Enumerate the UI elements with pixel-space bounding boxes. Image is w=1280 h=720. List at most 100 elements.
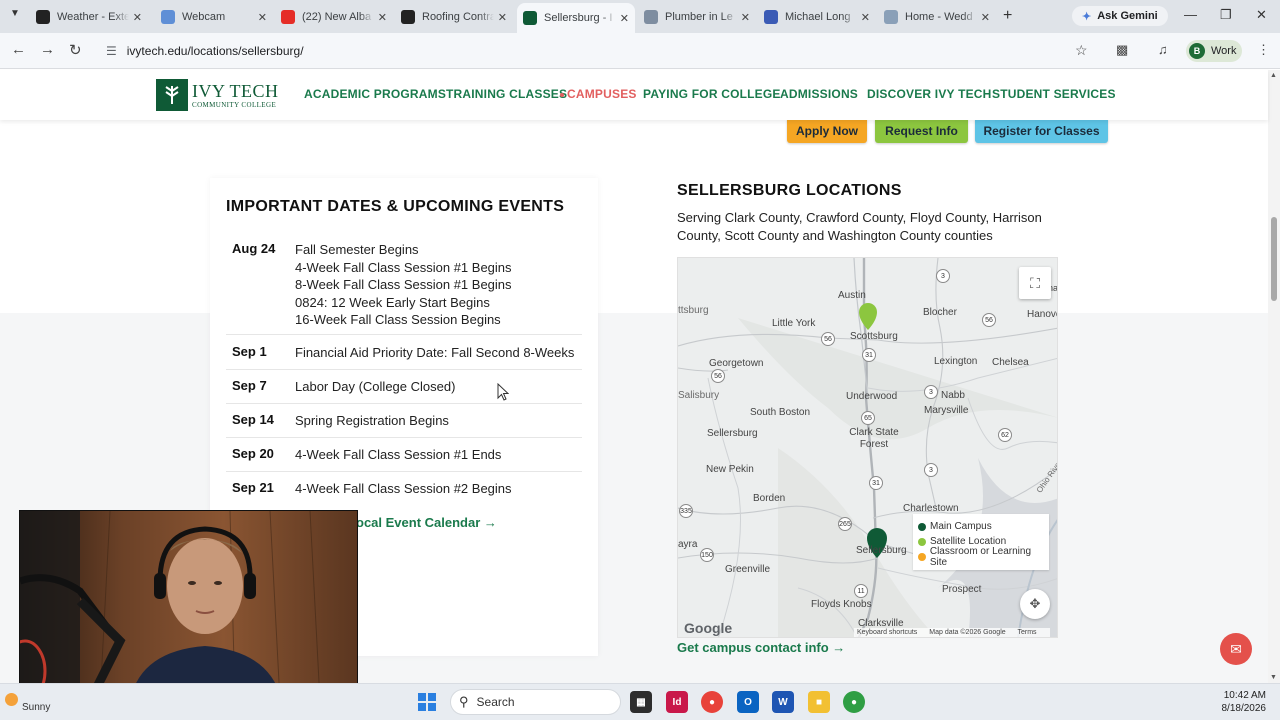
scroll-up-icon[interactable]: ▲ — [1270, 72, 1277, 79]
route-shield: 56 — [821, 332, 835, 346]
map-label: Greenville — [725, 564, 771, 575]
map-camera-control-icon[interactable]: ✥ — [1020, 589, 1050, 619]
extensions-icon[interactable]: ▩ — [1116, 42, 1128, 58]
close-tab-icon[interactable]: ✕ — [741, 11, 750, 24]
back-icon[interactable]: ← — [11, 41, 26, 58]
event-item: 4-Week Fall Class Session #2 Begins — [295, 481, 512, 496]
browser-tab[interactable]: Plumber in Le ✕ — [638, 5, 756, 29]
profile-button[interactable]: B Work — [1186, 40, 1242, 62]
tab-search-icon[interactable]: ▼ — [10, 8, 20, 19]
taskbar-search[interactable]: ⚲ Search — [450, 689, 621, 715]
page-scrollbar[interactable]: ▲ ▼ — [1268, 70, 1280, 683]
tab-title: Plumber in Le — [665, 11, 733, 23]
outlook-icon[interactable]: O — [737, 691, 759, 713]
webcam-feed-image — [20, 511, 357, 699]
tab-title: Weather - Exte — [57, 11, 129, 23]
map-label: Salisbury — [678, 390, 720, 401]
campus-map[interactable]: ttsburg Austin Scottsburg Little York Bl… — [677, 257, 1058, 638]
browser-tab[interactable]: Michael Long ✕ — [758, 5, 876, 29]
word-icon[interactable]: W — [772, 691, 794, 713]
map-label: Underwood — [846, 391, 898, 402]
site-info-icon[interactable]: ☰ — [106, 44, 117, 58]
browser-tab[interactable]: (22) New Alba ✕ — [275, 5, 393, 29]
ivy-tech-logo[interactable]: IVY TECH COMMUNITY COLLEGE — [156, 78, 284, 112]
site-header: IVY TECH COMMUNITY COLLEGE ACADEMIC PROG… — [0, 70, 1268, 120]
browser-tab[interactable]: Weather - Exte ✕ — [30, 5, 148, 29]
map-label: New Pekin — [706, 464, 754, 475]
route-shield: 335 — [679, 504, 693, 518]
browser-tab[interactable]: Roofing Contra ✕ — [395, 5, 513, 29]
map-label: Prospect — [942, 584, 982, 595]
map-label: Sellersburg — [707, 428, 758, 439]
file-explorer-icon[interactable]: ■ — [808, 691, 830, 713]
apply-now-button[interactable]: Apply Now — [787, 119, 867, 143]
windows-start-icon[interactable] — [418, 693, 436, 711]
map-label: Sellersburg — [856, 545, 907, 556]
browser-menu-icon[interactable]: ⋮ — [1257, 42, 1270, 58]
weather-widget[interactable]: Sunny — [22, 702, 50, 713]
restore-icon[interactable]: ❐ — [1220, 7, 1232, 23]
event-row: Sep 7 Labor Day (College Closed) — [226, 373, 582, 404]
indesign-icon[interactable]: Id — [666, 691, 688, 713]
browser-tab[interactable]: Sellersburg - I ✕ — [517, 3, 635, 33]
map-label: Georgetown — [709, 358, 764, 369]
register-for-classes-button[interactable]: Register for Classes — [975, 119, 1108, 143]
legend-main-campus: Main Campus — [918, 519, 1049, 534]
ask-gemini-button[interactable]: ✦ Ask Gemini — [1072, 6, 1168, 26]
event-calendar-link[interactable]: ocal Event Calendar → — [356, 515, 497, 530]
map-label: ttsburg — [678, 305, 709, 316]
close-tab-icon[interactable]: ✕ — [378, 11, 387, 24]
map-data-text: Map data ©2026 Google — [929, 629, 1006, 636]
campus-contact-link[interactable]: Get campus contact info → — [677, 640, 845, 655]
nav-admissions[interactable]: ADMISSIONS — [780, 87, 858, 101]
browser-tab[interactable]: Home - Wedd ✕ — [878, 5, 996, 29]
taskbar-clock[interactable]: 10:42 AM 8/18/2026 — [1210, 689, 1267, 715]
nav-paying-for-college[interactable]: PAYING FOR COLLEGE — [643, 87, 781, 101]
event-items: 4-Week Fall Class Session #2 Begins — [295, 480, 512, 498]
route-shield: 3 — [924, 385, 938, 399]
route-shield: 56 — [711, 369, 725, 383]
route-shield: 11 — [854, 584, 868, 598]
nav-discover-ivy-tech[interactable]: DISCOVER IVY TECH — [867, 87, 992, 101]
minimize-icon[interactable]: — — [1184, 7, 1197, 22]
request-info-button[interactable]: Request Info — [875, 119, 968, 143]
reload-icon[interactable]: ↻ — [69, 41, 82, 59]
terms-link[interactable]: Terms — [1017, 629, 1036, 636]
close-tab-icon[interactable]: ✕ — [981, 11, 990, 24]
event-item: Spring Registration Begins — [295, 413, 449, 428]
scroll-down-icon[interactable]: ▼ — [1270, 674, 1277, 681]
chrome-work-icon[interactable]: ● — [843, 691, 865, 713]
close-tab-icon[interactable]: ✕ — [620, 12, 629, 25]
map-fullscreen-icon[interactable]: ⛶ — [1019, 267, 1051, 299]
close-window-icon[interactable]: ✕ — [1256, 7, 1267, 23]
route-shield: 3 — [924, 463, 938, 477]
close-tab-icon[interactable]: ✕ — [258, 11, 267, 24]
forward-icon[interactable]: → — [40, 41, 55, 58]
nav-academic-programs[interactable]: ACADEMIC PROGRAMS — [304, 87, 446, 101]
browser-tab-strip: ▼ Weather - Exte ✕ Webcam ✕ (22) New Alba ✕ Ro… — [0, 0, 1280, 33]
legend-dot — [918, 522, 926, 531]
map-label: Hanove — [1027, 309, 1057, 320]
new-tab-button[interactable]: + — [1003, 7, 1012, 25]
bookmark-star-icon[interactable]: ☆ — [1075, 42, 1088, 59]
event-row: Sep 20 4-Week Fall Class Session #1 Ends — [226, 441, 582, 472]
nav-campuses[interactable]: CAMPUSES — [560, 87, 637, 101]
close-tab-icon[interactable]: ✕ — [498, 11, 507, 24]
logo-line2: COMMUNITY COLLEGE — [192, 100, 277, 109]
nav-student-services[interactable]: STUDENT SERVICES — [992, 87, 1116, 101]
scroll-thumb[interactable] — [1271, 217, 1277, 301]
address-bar[interactable]: ☰ ivytech.edu/locations/sellersburg/ — [98, 38, 1100, 64]
map-label: Borden — [753, 493, 786, 504]
chat-icon[interactable]: ✉ — [1220, 633, 1252, 665]
gemini-icon: ✦ — [1082, 10, 1092, 23]
nav-training-classes[interactable]: TRAINING CLASSES — [446, 87, 567, 101]
map-label: Nabb — [941, 390, 965, 401]
close-tab-icon[interactable]: ✕ — [861, 11, 870, 24]
event-item: 0824: 12 Week Early Start Begins — [295, 294, 490, 310]
close-tab-icon[interactable]: ✕ — [133, 11, 142, 24]
browser-tab[interactable]: Webcam ✕ — [155, 5, 273, 29]
chrome-icon[interactable]: ● — [701, 691, 723, 713]
keyboard-shortcuts-link[interactable]: Keyboard shortcuts — [857, 629, 917, 636]
media-controls-icon[interactable]: ♫ — [1158, 42, 1168, 57]
task-view-icon[interactable]: ▦ — [630, 691, 652, 713]
